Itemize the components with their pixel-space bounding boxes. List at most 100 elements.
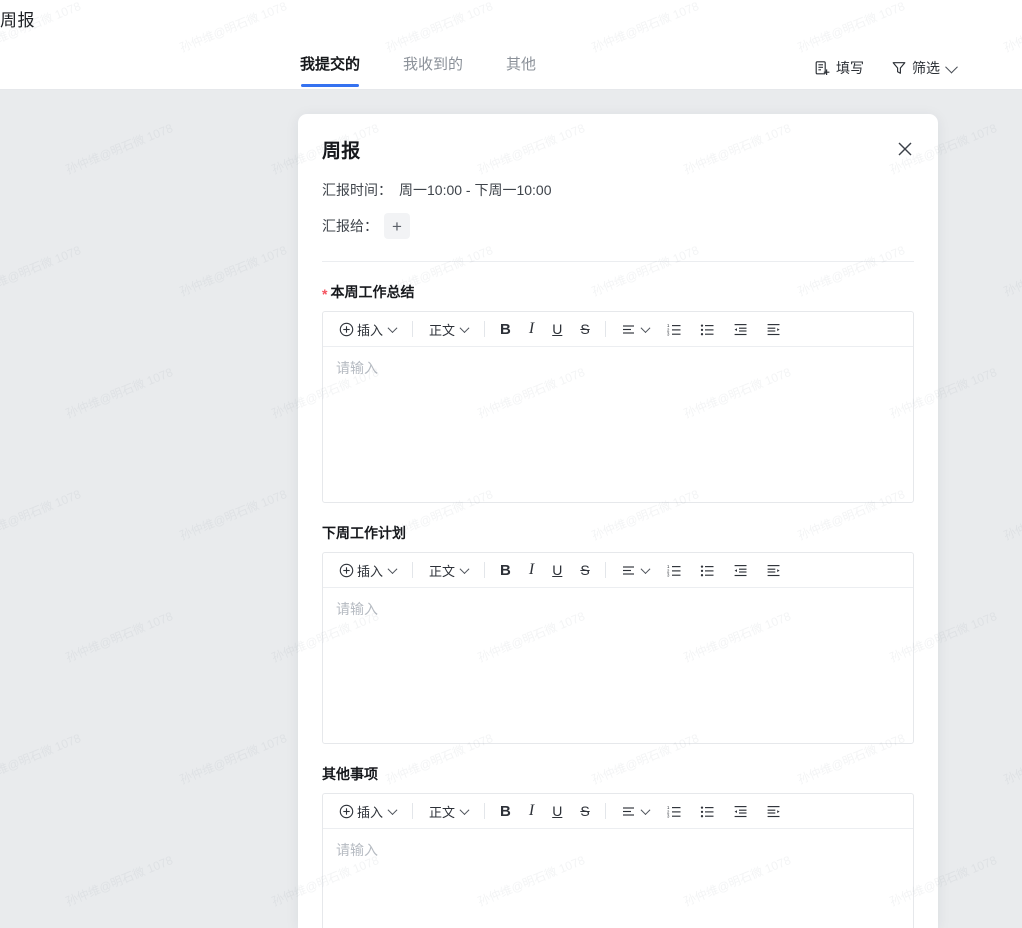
field-next-week-plan: 下周工作计划 插入 正文 B I U S 1 2 3 请输入 <box>322 503 914 744</box>
ordered-list-button[interactable]: 1 2 3 <box>660 316 689 342</box>
editor-placeholder: 请输入 <box>336 601 378 617</box>
chevron-down-icon <box>640 804 651 815</box>
editor-toolbar: 插入 正文 B I U S 1 2 3 <box>323 312 913 347</box>
top-actions: 填写 筛选 <box>814 58 958 78</box>
tab-label: 其他 <box>506 56 537 73</box>
toolbar-separator <box>484 562 486 578</box>
fill-report-button[interactable]: 填写 <box>814 58 864 78</box>
toolbar-separator <box>604 803 606 819</box>
editor-toolbar: 插入 正文 B I U S 1 2 3 <box>323 794 913 829</box>
tab-label: 我收到的 <box>403 56 464 73</box>
tab-other[interactable]: 其他 <box>506 53 536 87</box>
toolbar-separator <box>412 562 414 578</box>
underline-button[interactable]: U <box>545 316 569 342</box>
bullet-list-button[interactable] <box>693 557 722 583</box>
watermark-text: 孙仲维@明石微 1078 <box>63 365 175 421</box>
editor-placeholder: 请输入 <box>336 842 378 858</box>
italic-button[interactable]: I <box>522 316 541 342</box>
align-menu-button[interactable] <box>614 798 656 824</box>
rich-text-editor: 插入 正文 B I U S 1 2 3 请输入 <box>322 552 914 744</box>
text-style-label: 正文 <box>429 804 456 820</box>
underline-button[interactable]: U <box>545 798 569 824</box>
modal-title: 周报 <box>322 141 361 162</box>
underline-icon: U <box>552 562 563 578</box>
bold-button[interactable]: B <box>493 557 518 583</box>
editor-input[interactable]: 请输入 <box>323 347 913 502</box>
add-recipient-button[interactable]: + <box>384 213 410 239</box>
tab-bar: 我提交的 我收到的 其他 <box>300 53 536 87</box>
bold-icon: B <box>500 320 511 338</box>
watermark-text: 孙仲维@明石微 1078 <box>177 731 289 787</box>
field-weekly-summary: * 本周工作总结 插入 正文 B I U S 1 2 3 请输入 <box>322 262 914 503</box>
watermark-text: 孙仲维@明石微 1078 <box>177 243 289 299</box>
outdent-button[interactable] <box>726 316 755 342</box>
strikethrough-button[interactable]: S <box>573 557 596 583</box>
align-left-icon <box>621 804 636 819</box>
required-marker: * <box>322 286 328 302</box>
close-icon[interactable] <box>894 138 918 162</box>
strikethrough-icon: S <box>580 803 590 819</box>
italic-icon: I <box>528 320 535 337</box>
editor-input[interactable]: 请输入 <box>323 829 913 928</box>
watermark-text: 孙仲维@明石微 1078 <box>63 609 175 665</box>
outdent-button[interactable] <box>726 798 755 824</box>
indent-icon <box>766 322 781 337</box>
strikethrough-button[interactable]: S <box>573 798 596 824</box>
tab-my-received[interactable]: 我收到的 <box>403 53 463 87</box>
field-label: * 本周工作总结 <box>322 282 914 302</box>
insert-menu-button[interactable]: 插入 <box>331 798 404 824</box>
rich-text-editor: 插入 正文 B I U S 1 2 3 请输入 <box>322 793 914 928</box>
underline-icon: U <box>552 803 563 819</box>
strikethrough-button[interactable]: S <box>573 316 596 342</box>
insert-menu-button[interactable]: 插入 <box>331 316 404 342</box>
bold-button[interactable]: B <box>493 316 518 342</box>
indent-button[interactable] <box>759 557 788 583</box>
insert-menu-button[interactable]: 插入 <box>331 557 404 583</box>
text-style-button[interactable]: 正文 <box>421 798 476 824</box>
text-style-button[interactable]: 正文 <box>421 316 476 342</box>
ordered-list-button[interactable]: 1 2 3 <box>660 557 689 583</box>
chevron-down-icon <box>945 60 958 73</box>
tab-my-submitted[interactable]: 我提交的 <box>300 53 360 87</box>
report-form-modal: 周报 汇报时间： 周一10:00 - 下周一10:00 汇报给： + * 本周工… <box>298 114 938 928</box>
watermark-text: 孙仲维@明石微 1078 <box>0 487 83 543</box>
italic-button[interactable]: I <box>522 798 541 824</box>
chevron-down-icon <box>387 804 398 815</box>
svg-text:3: 3 <box>667 331 670 336</box>
italic-icon: I <box>528 561 535 578</box>
chevron-down-icon <box>459 804 470 815</box>
chevron-down-icon <box>459 322 470 333</box>
text-style-label: 正文 <box>429 322 456 338</box>
align-menu-button[interactable] <box>614 557 656 583</box>
top-bar: 周报 我提交的 我收到的 其他 填写 筛选 <box>0 0 1022 90</box>
outdent-icon <box>733 804 748 819</box>
text-style-button[interactable]: 正文 <box>421 557 476 583</box>
italic-button[interactable]: I <box>522 557 541 583</box>
chevron-down-icon <box>387 322 398 333</box>
editor-input[interactable]: 请输入 <box>323 588 913 743</box>
filter-button[interactable]: 筛选 <box>891 58 958 78</box>
bullet-list-button[interactable] <box>693 316 722 342</box>
underline-button[interactable]: U <box>545 557 569 583</box>
outdent-button[interactable] <box>726 557 755 583</box>
ordered-list-button[interactable]: 1 2 3 <box>660 798 689 824</box>
indent-button[interactable] <box>759 316 788 342</box>
text-style-label: 正文 <box>429 563 456 579</box>
insert-label: 插入 <box>357 322 384 338</box>
bold-icon: B <box>500 561 511 579</box>
bullet-list-icon <box>700 563 715 578</box>
ordered-list-icon: 1 2 3 <box>667 563 682 578</box>
field-other-matters: 其他事项 插入 正文 B I U S 1 2 3 请输入 <box>322 744 914 928</box>
bold-button[interactable]: B <box>493 798 518 824</box>
strikethrough-icon: S <box>580 321 590 337</box>
watermark-text: 孙仲维@明石微 1078 <box>1001 243 1022 299</box>
chevron-down-icon <box>459 563 470 574</box>
plus-circle-icon <box>339 322 354 337</box>
svg-text:3: 3 <box>667 572 670 577</box>
align-menu-button[interactable] <box>614 316 656 342</box>
chevron-down-icon <box>640 322 651 333</box>
bold-icon: B <box>500 802 511 820</box>
indent-button[interactable] <box>759 798 788 824</box>
indent-icon <box>766 804 781 819</box>
bullet-list-button[interactable] <box>693 798 722 824</box>
